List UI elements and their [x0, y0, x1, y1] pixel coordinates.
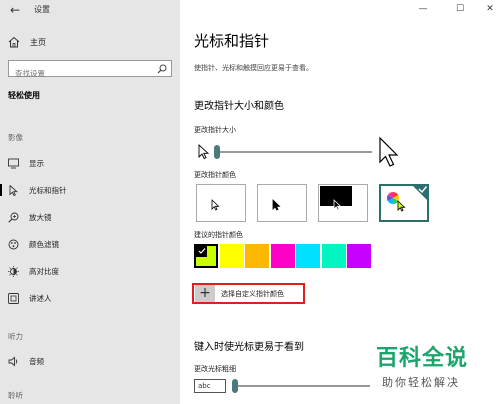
pointer-color-white-option[interactable]: [196, 184, 246, 222]
section-heading: 轻松使用: [8, 91, 40, 100]
home-icon: [8, 36, 20, 48]
search-box[interactable]: [8, 60, 172, 81]
choose-custom-color-label: 选择自定义指针颜色: [221, 289, 284, 298]
color-swatch[interactable]: [194, 244, 218, 268]
inverted-pointer-icon: [333, 199, 342, 211]
color-swatch[interactable]: [270, 244, 295, 268]
sidebar-item-label: 显示: [29, 158, 44, 168]
color-swatch[interactable]: [219, 244, 244, 268]
sidebar-item-cursor-pointer[interactable]: 光标和指针: [0, 181, 180, 199]
watermark-title: 百科全说: [376, 346, 469, 371]
watermark-subtitle: 助你轻松解决: [382, 376, 460, 389]
sidebar-item-display[interactable]: 显示: [0, 154, 180, 172]
black-pointer-icon: [272, 199, 281, 211]
slider-thumb[interactable]: [232, 379, 238, 393]
narrator-icon: [8, 292, 19, 304]
app-title: 设置: [34, 5, 50, 14]
color-swatch[interactable]: [321, 244, 346, 268]
sidebar-item-label: 颜色滤镜: [29, 239, 59, 249]
pointer-color-label: 更改指针颜色: [194, 171, 236, 179]
slider-thumb[interactable]: [214, 145, 220, 159]
sidebar: ← 设置 主页 轻松使用 影像 显示 光标和指针: [0, 0, 180, 404]
sidebar-item-color-filters[interactable]: 颜色滤镜: [0, 235, 180, 253]
pointer-color-inverted-option[interactable]: [318, 184, 368, 222]
search-icon[interactable]: [157, 64, 167, 74]
cursor-icon: [9, 184, 18, 196]
sidebar-item-high-contrast[interactable]: 高对比度: [0, 262, 180, 280]
cursor-thickness-label: 更改光标粗细: [194, 365, 236, 373]
checkmark-icon: [196, 246, 207, 257]
speaker-icon: [8, 356, 18, 366]
pointer-color-custom-option[interactable]: [379, 184, 429, 222]
sidebar-item-narrator[interactable]: 讲述人: [0, 289, 180, 307]
pointer-color-black-option[interactable]: [257, 184, 307, 222]
close-icon[interactable]: ✕: [482, 2, 498, 16]
search-input[interactable]: [9, 66, 149, 81]
group-label-interaction: 聆听: [8, 391, 23, 400]
sidebar-item-label: 音频: [29, 356, 44, 366]
home-label: 主页: [30, 37, 46, 47]
slider-track: [214, 151, 372, 153]
minimize-icon[interactable]: —: [415, 2, 431, 16]
color-filter-icon: [8, 239, 19, 249]
section-title-cursor: 键入时使光标更易于看到: [194, 342, 304, 353]
back-arrow-icon[interactable]: ←: [6, 3, 24, 17]
sidebar-item-magnifier[interactable]: 放大镜: [0, 208, 180, 226]
high-contrast-icon: [8, 265, 19, 277]
choose-custom-color-button[interactable]: + 选择自定义指针颜色: [192, 283, 305, 304]
sidebar-item-label: 光标和指针: [29, 185, 67, 195]
sidebar-item-audio[interactable]: 音频: [0, 352, 180, 370]
plus-icon: +: [195, 285, 215, 302]
sidebar-item-label: 放大镜: [29, 212, 52, 222]
color-swatch[interactable]: [245, 244, 269, 268]
large-pointer-icon: [379, 136, 399, 167]
group-label-hearing: 听力: [8, 332, 23, 341]
cursor-preview: abc: [194, 379, 226, 393]
slider-track: [232, 385, 370, 387]
magnifier-icon: [8, 212, 19, 223]
color-swatch[interactable]: [347, 244, 371, 268]
small-pointer-icon: [198, 144, 210, 160]
main-content: — ☐ ✕ 光标和指针 使指针、光标和触摸回应更易于查看。 更改指针大小和颜色 …: [180, 0, 500, 404]
monitor-icon: [8, 158, 19, 168]
custom-pointer-icon: [397, 200, 406, 212]
suggested-colors-label: 建议的指针颜色: [194, 231, 243, 239]
white-pointer-icon: [211, 199, 220, 211]
checkmark-icon: [411, 184, 429, 202]
pointer-size-slider[interactable]: [214, 145, 372, 159]
sidebar-item-label: 高对比度: [29, 266, 59, 276]
page-title: 光标和指针: [194, 32, 270, 50]
home-nav-item[interactable]: 主页: [8, 34, 46, 50]
cursor-thickness-slider[interactable]: [232, 379, 370, 393]
sidebar-item-label: 讲述人: [29, 293, 52, 303]
pointer-size-label: 更改指针大小: [194, 126, 236, 134]
page-description: 使指针、光标和触摸回应更易于查看。: [194, 64, 313, 72]
maximize-icon[interactable]: ☐: [452, 2, 468, 16]
section-title-pointer: 更改指针大小和颜色: [194, 101, 284, 112]
color-swatch[interactable]: [296, 244, 320, 268]
group-label-vision: 影像: [8, 133, 23, 142]
